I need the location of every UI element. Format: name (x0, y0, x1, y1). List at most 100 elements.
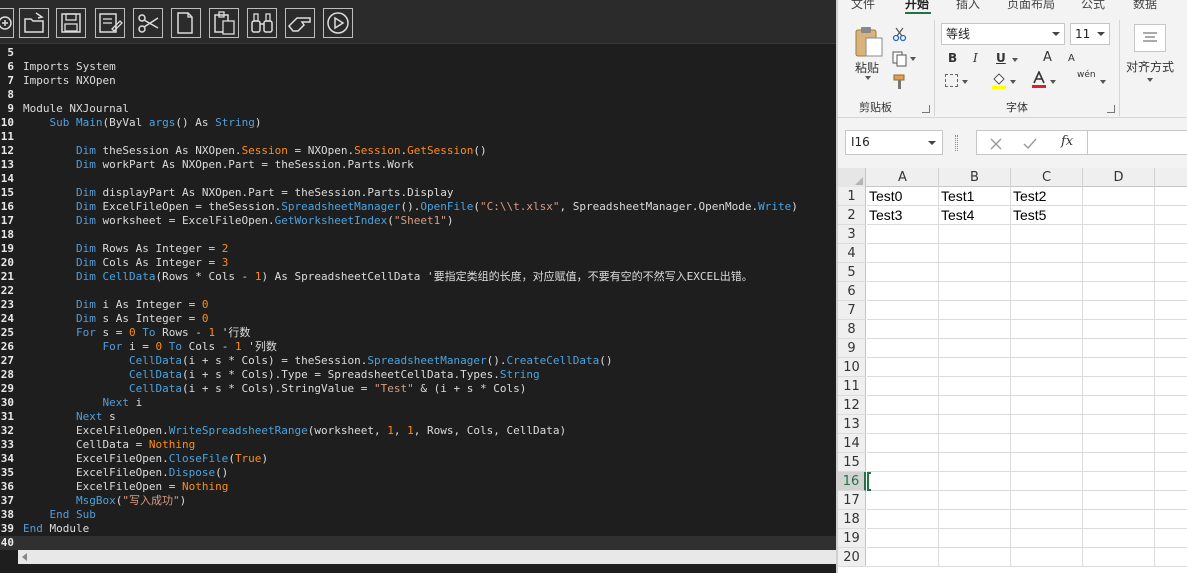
paste-label[interactable]: 粘贴 (855, 59, 879, 76)
cell[interactable]: Test3 (867, 206, 939, 225)
name-box[interactable]: I16 (845, 130, 943, 155)
cell[interactable] (1083, 472, 1155, 491)
cell[interactable]: Test2 (1011, 187, 1083, 206)
cell[interactable] (939, 320, 1011, 339)
cell[interactable] (939, 453, 1011, 472)
cell[interactable] (867, 415, 939, 434)
code-line[interactable]: 36 ExcelFileOpen = Nothing (0, 480, 836, 494)
cell[interactable] (939, 491, 1011, 510)
fill-color-button[interactable] (991, 72, 1007, 94)
code-line[interactable]: 28 CellData(i + s * Cols).Type = Spreads… (0, 368, 836, 382)
cell[interactable] (939, 377, 1011, 396)
cell[interactable] (1083, 206, 1155, 225)
code-line[interactable]: 16 Dim ExcelFileOpen = theSession.Spread… (0, 200, 836, 214)
code-line[interactable]: 13 Dim workPart As NXOpen.Part = theSess… (0, 158, 836, 172)
cell[interactable] (1011, 282, 1083, 301)
code-line[interactable]: 21 Dim CellData(Rows * Cols - 1) As Spre… (0, 270, 836, 284)
copy-button[interactable] (892, 51, 908, 71)
code-line[interactable]: 8 (0, 88, 836, 102)
column-header[interactable]: D (1083, 168, 1155, 187)
enter-check-icon[interactable] (1023, 136, 1037, 155)
cell[interactable] (939, 339, 1011, 358)
column-header[interactable] (1155, 168, 1187, 187)
font-size-combo[interactable]: 11 (1070, 23, 1110, 45)
cell[interactable] (1011, 358, 1083, 377)
open-file-button[interactable] (19, 8, 49, 38)
cell[interactable]: Test4 (939, 206, 1011, 225)
cell[interactable] (867, 377, 939, 396)
copy-button[interactable] (171, 8, 201, 38)
cell[interactable] (1155, 320, 1187, 339)
row-header[interactable]: 2 (838, 206, 866, 225)
cell[interactable]: Test5 (1011, 206, 1083, 225)
italic-button[interactable]: I (973, 51, 978, 65)
code-line[interactable]: 9 Module NXJournal (0, 102, 836, 116)
cell[interactable] (1155, 434, 1187, 453)
code-line[interactable]: 24 Dim s As Integer = 0 (0, 312, 836, 326)
cell[interactable] (1011, 225, 1083, 244)
cell[interactable] (1011, 339, 1083, 358)
code-line[interactable]: 22 (0, 284, 836, 298)
cell[interactable] (1011, 320, 1083, 339)
cell[interactable] (939, 396, 1011, 415)
cell[interactable] (867, 301, 939, 320)
cell[interactable] (867, 244, 939, 263)
cell[interactable] (1011, 472, 1083, 491)
font-launcher-icon[interactable] (1107, 105, 1115, 113)
row-header[interactable]: 18 (838, 510, 866, 529)
code-line[interactable]: 39 End Module (0, 522, 836, 536)
font-name-chevron-icon[interactable] (1052, 32, 1060, 36)
cut-button[interactable] (892, 26, 908, 46)
code-line[interactable]: 29 CellData(i + s * Cols).StringValue = … (0, 382, 836, 396)
column-header[interactable]: A (867, 168, 939, 187)
paste-dropdown-chevron-icon[interactable] (865, 76, 871, 80)
cell[interactable] (1083, 339, 1155, 358)
cell[interactable] (1155, 491, 1187, 510)
cell[interactable] (1011, 548, 1083, 567)
row-header[interactable]: 11 (838, 377, 866, 396)
cell[interactable] (939, 510, 1011, 529)
insert-function-button[interactable]: fx (1061, 134, 1073, 149)
cell[interactable] (1083, 434, 1155, 453)
cell[interactable] (939, 225, 1011, 244)
tab-formulas[interactable]: 公式 (1081, 0, 1105, 12)
code-line[interactable]: 26 For i = 0 To Cols - 1 '列数 (0, 340, 836, 354)
horizontal-scrollbar[interactable] (18, 550, 836, 564)
cell[interactable] (867, 225, 939, 244)
alignment-label[interactable]: 对齐方式 (1126, 58, 1174, 75)
underline-button[interactable]: U (996, 51, 1006, 65)
code-line[interactable]: 30 Next i (0, 396, 836, 410)
cell[interactable] (1083, 282, 1155, 301)
cell[interactable] (1155, 529, 1187, 548)
code-line[interactable]: 6 Imports System (0, 60, 836, 74)
cell[interactable] (1011, 301, 1083, 320)
code-line[interactable]: 40 (0, 536, 836, 550)
save-button[interactable] (56, 8, 86, 38)
row-header[interactable]: 16 (838, 472, 866, 491)
cell[interactable] (1011, 377, 1083, 396)
cell[interactable] (1083, 396, 1155, 415)
cell[interactable] (867, 320, 939, 339)
code-line[interactable]: 12 Dim theSession As NXOpen.Session = NX… (0, 144, 836, 158)
cell[interactable] (1011, 434, 1083, 453)
cell[interactable] (1083, 415, 1155, 434)
cell[interactable] (1155, 263, 1187, 282)
cell[interactable] (1011, 396, 1083, 415)
cell[interactable] (867, 529, 939, 548)
cell[interactable] (1155, 510, 1187, 529)
row-header[interactable]: 9 (838, 339, 866, 358)
underline-chevron-icon[interactable] (1012, 58, 1018, 62)
row-header[interactable]: 12 (838, 396, 866, 415)
row-header[interactable]: 5 (838, 263, 866, 282)
cell[interactable] (1155, 453, 1187, 472)
cell[interactable] (867, 434, 939, 453)
format-painter-button[interactable] (892, 74, 908, 94)
cell[interactable] (867, 491, 939, 510)
borders-chevron-icon[interactable] (962, 80, 968, 84)
cell[interactable] (1011, 244, 1083, 263)
cell[interactable] (867, 396, 939, 415)
cell[interactable] (939, 282, 1011, 301)
row-header[interactable]: 6 (838, 282, 866, 301)
font-size-chevron-icon[interactable] (1097, 32, 1105, 36)
cell[interactable] (1011, 263, 1083, 282)
